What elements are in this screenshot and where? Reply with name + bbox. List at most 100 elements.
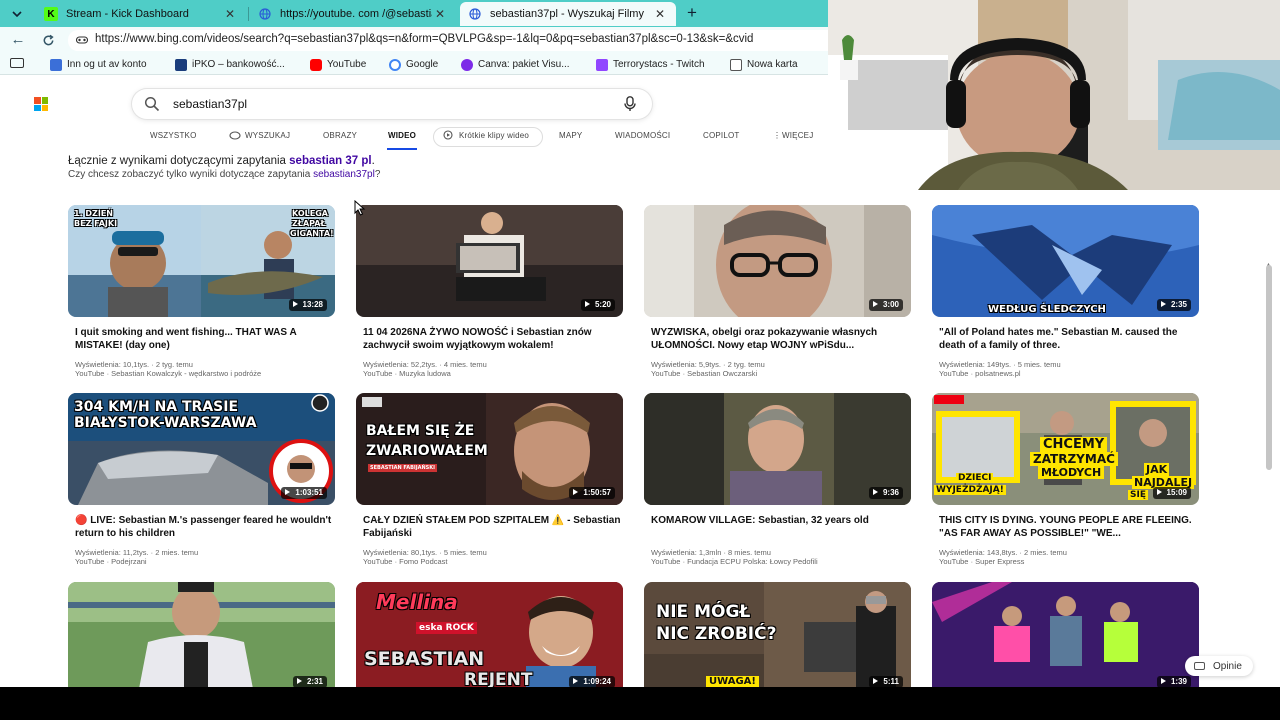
video-result-card[interactable]: Mellina eska ROCK SEBASTIAN REJENT 1:09:… xyxy=(356,582,623,687)
microsoft-logo-icon[interactable] xyxy=(34,97,48,111)
video-thumbnail[interactable]: 1. DZIEŃ BEZ FAJKI KOLEGA ZŁAPAŁ GIGANTA… xyxy=(68,205,335,317)
video-result-card[interactable]: 9:36 KOMAROW VILLAGE: Sebastian, 32 year… xyxy=(644,393,911,573)
video-result-card[interactable]: 5:20 11 04 2026NA ŻYWO NOWOŚĆ i Sebastia… xyxy=(356,205,623,385)
close-tab-icon[interactable]: ✕ xyxy=(652,7,668,21)
microphone-icon[interactable] xyxy=(623,96,637,112)
search-icon[interactable] xyxy=(144,96,160,112)
video-thumbnail[interactable]: 1:39 xyxy=(932,582,1199,687)
video-thumbnail[interactable]: 9:36 xyxy=(644,393,911,505)
video-source-channel: YouTube · polsatnews.pl xyxy=(939,369,1021,378)
video-thumbnail[interactable]: CHCEMY ZATRZYMAĆ MŁODYCH DZIECI WYJEŻDŻA… xyxy=(932,393,1199,505)
scope-copilot[interactable]: COPILOT xyxy=(703,131,740,140)
bookmark-item[interactable]: Google xyxy=(389,57,438,72)
thumb-overlay-text: Mellina xyxy=(376,590,458,614)
bookmark-item[interactable]: Canva: pakiet Visu... xyxy=(461,57,570,72)
more-vertical-icon[interactable]: ⋮ xyxy=(773,131,781,140)
scope-more[interactable]: WIĘCEJ xyxy=(782,131,813,140)
original-query-link[interactable]: sebastian37pl xyxy=(313,169,375,180)
duration-text: 1:39 xyxy=(1170,677,1187,686)
bookmark-item[interactable]: Terrorystacs - Twitch xyxy=(596,57,705,72)
video-views-age: Wyświetlenia: 11,2tys. · 2 mies. temu xyxy=(75,548,199,557)
screen: K Stream - Kick Dashboard ✕ https://yout… xyxy=(0,0,1280,720)
age-text: 2 tyg. temu xyxy=(727,360,765,369)
scope-bar: WSZYSTKO WYSZUKAJ OBRAZY WIDEO Krótkie k… xyxy=(0,127,828,151)
bookmark-item[interactable]: iPKO – bankowość... xyxy=(175,57,285,72)
video-duration-badge: 1:09:24 xyxy=(569,676,615,687)
address-bar[interactable]: https://www.bing.com/videos/search?q=seb… xyxy=(68,30,868,51)
url-text: https://www.bing.com/videos/search?q=seb… xyxy=(95,33,754,45)
video-result-card[interactable]: 1:39 xyxy=(932,582,1199,687)
scope-all[interactable]: WSZYSTKO xyxy=(150,131,197,140)
scope-news[interactable]: WIADOMOŚCI xyxy=(615,131,670,140)
video-duration-badge: 5:11 xyxy=(869,676,903,687)
video-result-card[interactable]: CHCEMY ZATRZYMAĆ MŁODYCH DZIECI WYJEŻDŻA… xyxy=(932,393,1199,573)
duration-text: 5:20 xyxy=(594,300,611,309)
video-result-card[interactable]: NIE MÓGŁ NIC ZROBIĆ? UWAGA! 5:11 xyxy=(644,582,911,687)
new-tab-button[interactable]: + xyxy=(682,3,702,23)
feedback-label: Opinie xyxy=(1213,660,1242,672)
scope-search-icon[interactable] xyxy=(229,131,241,142)
thumb-overlay-text: UWAGA! xyxy=(706,676,759,687)
video-thumbnail[interactable]: Mellina eska ROCK SEBASTIAN REJENT 1:09:… xyxy=(356,582,623,687)
video-source-channel: YouTube · Super Express xyxy=(939,557,1025,566)
play-icon xyxy=(584,301,590,307)
thumb-overlay-text: SEBASTIAN FABIJAŃSKI xyxy=(368,464,437,472)
video-title[interactable]: "All of Poland hates me." Sebastian M. c… xyxy=(939,326,1197,352)
video-thumbnail[interactable]: BAŁEM SIĘ ŻE ZWARIOWAŁEM SEBASTIAN FABIJ… xyxy=(356,393,623,505)
video-title[interactable]: KOMAROW VILLAGE: Sebastian, 32 years old xyxy=(651,514,909,527)
search-query-text[interactable]: sebastian37pl xyxy=(173,97,247,111)
video-thumbnail[interactable]: 5:20 xyxy=(356,205,623,317)
tab-youtube[interactable]: https://youtube. com /@sebastian ✕ xyxy=(250,2,456,26)
video-title[interactable]: WYZWISKA, obelgi oraz pokazywanie własny… xyxy=(651,326,909,352)
bookmark-item[interactable]: YouTube xyxy=(310,57,366,72)
video-duration-badge: 1:39 xyxy=(1156,676,1191,687)
tab-search-button[interactable] xyxy=(4,4,30,24)
thumb-overlay-text: 304 KM/H NA TRASIE xyxy=(74,399,239,415)
video-title[interactable]: I quit smoking and went fishing... THAT … xyxy=(75,326,333,352)
video-result-card[interactable]: 2:31 xyxy=(68,582,335,687)
video-result-card[interactable]: BAŁEM SIĘ ŻE ZWARIOWAŁEM SEBASTIAN FABIJ… xyxy=(356,393,623,573)
video-thumbnail[interactable]: 3:00 xyxy=(644,205,911,317)
scope-images[interactable]: OBRAZY xyxy=(323,131,357,140)
video-thumbnail[interactable]: 2:31 xyxy=(68,582,335,687)
thumb-overlay-text: REJENT xyxy=(464,670,533,687)
site-info-icon[interactable] xyxy=(76,35,88,45)
feedback-button[interactable]: Opinie xyxy=(1185,656,1253,676)
thumb-overlay-text: ZATRZYMAĆ xyxy=(1030,452,1118,466)
video-result-card[interactable]: WEDŁUG ŚLEDCZYCH 2:35 "All of Poland hat… xyxy=(932,205,1199,385)
close-tab-icon[interactable]: ✕ xyxy=(222,7,238,21)
play-icon xyxy=(872,301,878,307)
back-arrow-icon[interactable]: ← xyxy=(8,31,28,49)
video-result-card[interactable]: 304 KM/H NA TRASIE BIAŁYSTOK-WARSZAWA 1:… xyxy=(68,393,335,573)
video-source-channel: YouTube · Fomo Podcast xyxy=(363,557,448,566)
search-box[interactable]: sebastian37pl xyxy=(132,89,652,119)
including-results-notice: Łącznie z wynikami dotyczącymi zapytania… xyxy=(68,155,375,167)
thumb-overlay-text: 1. DZIEŃ xyxy=(74,209,113,218)
tab-bing-active[interactable]: sebastian37pl - Wyszukaj Filmy ✕ xyxy=(460,2,676,26)
video-duration-badge: 1:50:57 xyxy=(569,487,615,499)
video-title[interactable]: 11 04 2026NA ŻYWO NOWOŚĆ i Sebastian znó… xyxy=(363,326,621,352)
tab-kick[interactable]: K Stream - Kick Dashboard ✕ xyxy=(36,2,246,26)
video-title[interactable]: CAŁY DZIEŃ STAŁEM POD SZPITALEM ⚠️ - Seb… xyxy=(363,514,621,540)
scope-videos[interactable]: WIDEO xyxy=(388,131,416,140)
scope-copilot-search[interactable]: WYSZUKAJ xyxy=(245,131,290,140)
pko-icon xyxy=(175,58,187,71)
notice-punct: . xyxy=(371,155,375,167)
bookmarks-folder-icon[interactable] xyxy=(10,58,24,68)
video-thumbnail[interactable]: 304 KM/H NA TRASIE BIAŁYSTOK-WARSZAWA 1:… xyxy=(68,393,335,505)
close-tab-icon[interactable]: ✕ xyxy=(432,7,448,21)
vertical-scrollbar-thumb[interactable] xyxy=(1266,265,1272,470)
video-title[interactable]: THIS CITY IS DYING. YOUNG PEOPLE ARE FLE… xyxy=(939,514,1197,540)
reload-icon[interactable] xyxy=(38,31,58,49)
bookmark-item[interactable]: Nowa karta xyxy=(730,57,798,72)
video-thumbnail[interactable]: NIE MÓGŁ NIC ZROBIĆ? UWAGA! 5:11 xyxy=(644,582,911,687)
screen-bottom-bar xyxy=(0,687,1280,720)
corrected-query-link[interactable]: sebastian 37 pl xyxy=(289,155,371,167)
video-result-card[interactable]: 3:00 WYZWISKA, obelgi oraz pokazywanie w… xyxy=(644,205,911,385)
video-thumbnail[interactable]: WEDŁUG ŚLEDCZYCH 2:35 xyxy=(932,205,1199,317)
bookmark-item[interactable]: Inn og ut av konto xyxy=(50,57,147,72)
video-title[interactable]: 🔴 LIVE: Sebastian M.'s passenger feared … xyxy=(75,514,333,540)
scope-maps[interactable]: MAPY xyxy=(559,131,582,140)
feedback-icon xyxy=(1194,662,1205,670)
video-result-card[interactable]: 1. DZIEŃ BEZ FAJKI KOLEGA ZŁAPAŁ GIGANTA… xyxy=(68,205,335,385)
